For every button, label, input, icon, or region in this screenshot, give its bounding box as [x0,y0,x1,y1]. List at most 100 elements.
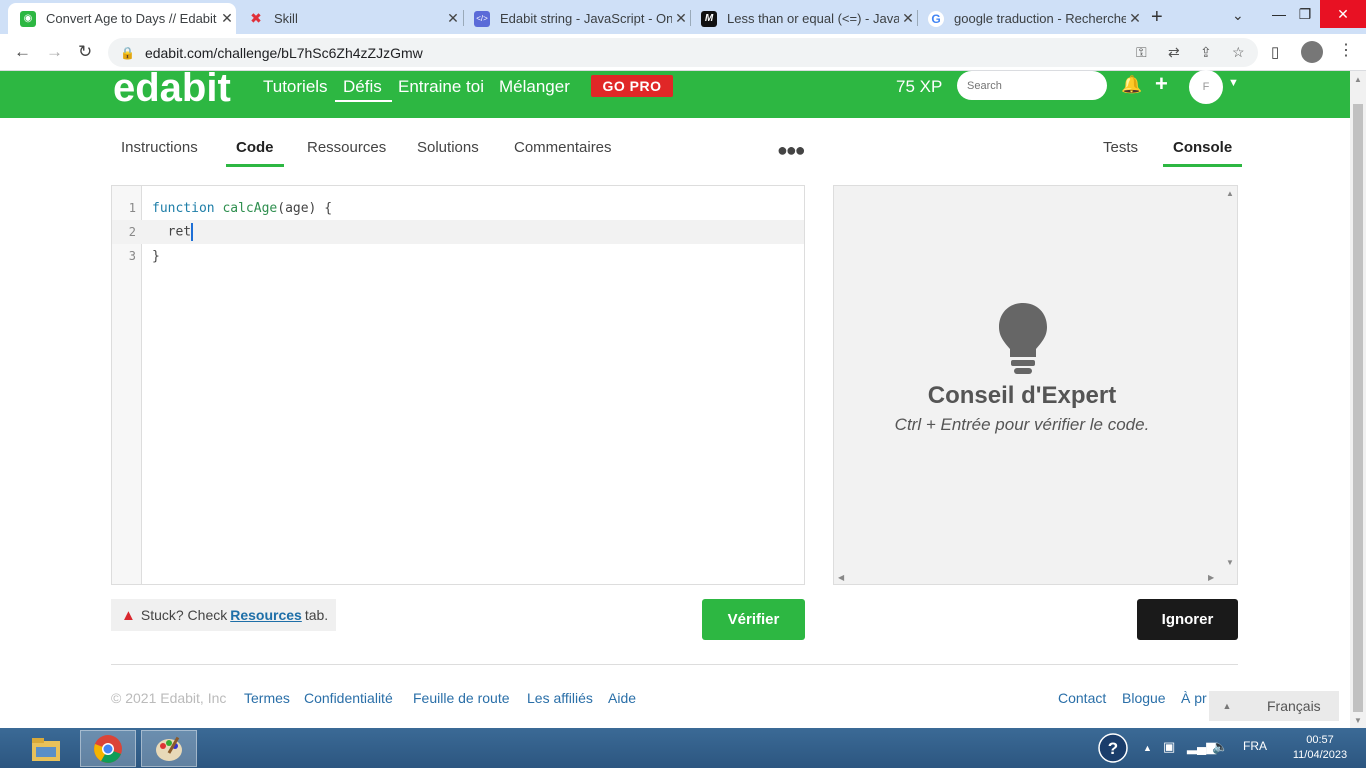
scroll-down-icon[interactable]: ▼ [1226,558,1234,567]
code-text: ret [142,223,194,241]
scroll-up-icon[interactable]: ▲ [1354,75,1362,84]
bookmark-star-icon[interactable]: ☆ [1232,44,1245,61]
clock[interactable]: 00:57 11/04/2023 [1282,733,1358,763]
tab-title: google traduction - Recherche [954,11,1126,26]
stuck-prefix: Stuck? Check [140,607,228,623]
reload-icon[interactable]: ↻ [78,42,92,62]
caret-up-icon: ▲ [1222,701,1232,711]
bell-icon[interactable]: 🔔 [1121,75,1142,95]
language-selector[interactable]: ▲ Français [1209,691,1339,721]
help-icon[interactable]: ? [1098,733,1128,766]
code-text: } [152,248,160,264]
nav-defis[interactable]: Défis [335,77,392,102]
language-indicator[interactable]: FRA [1243,739,1267,753]
address-bar[interactable]: 🔒 edabit.com/challenge/bL7hSc6Zh4zZJzGmw… [108,38,1258,67]
close-tab-icon[interactable]: ✕ [444,10,462,27]
tab-instructions[interactable]: Instructions [121,139,198,164]
edabit-header: edabit Tutoriels Défis Entraine toi Méla… [0,66,1350,118]
chevron-down-icon[interactable]: ⌄ [1232,7,1244,24]
footer-link-feuille-de-route[interactable]: Feuille de route [413,690,510,706]
browser-tab-strip: ◉ Convert Age to Days // Edabit ✕ ✖ Skil… [0,0,1366,34]
footer-link-aide[interactable]: Aide [608,690,636,706]
ignore-button[interactable]: Ignorer [1137,599,1238,640]
code-line-current[interactable]: 2 ret [112,220,804,244]
params-token: (age) { [277,200,333,216]
forward-arrow-icon[interactable]: → [46,42,63,62]
browser-tab-skill[interactable]: ✖ Skill ✕ [236,3,462,34]
user-avatar[interactable]: F [1189,70,1223,104]
mdn-favicon-icon: M [701,10,717,27]
nav-entraine-toi[interactable]: Entraine toi [398,77,484,97]
page-scrollbar[interactable]: ▲ ▼ [1350,71,1366,728]
edabit-favicon-icon: ◉ [20,10,36,27]
device-icon[interactable]: ▣ [1163,739,1175,755]
back-arrow-icon[interactable]: ← [14,42,31,62]
browser-tab-google[interactable]: G google traduction - Recherche ✕ [918,3,1144,34]
horizontal-scrollbar[interactable]: ◀ ▶ [834,570,1224,584]
tab-commentaires[interactable]: Commentaires [514,139,612,164]
tab-code[interactable]: Code [226,139,284,167]
more-options-icon[interactable]: ●●● [777,140,806,161]
nav-tutoriels[interactable]: Tutoriels [263,77,328,97]
code-line[interactable]: 3 } [112,244,804,268]
close-tab-icon[interactable]: ✕ [1126,10,1144,27]
translate-icon[interactable]: ⇄ [1168,44,1180,61]
tip-title: Conseil d'Expert [927,382,1117,409]
side-panel-icon[interactable]: ▯ [1271,43,1279,61]
close-tab-icon[interactable]: ✕ [218,10,236,27]
windows-taskbar: ? ▲ ▣ ▂▄▆ 🔈 FRA 00:57 11/04/2023 [0,728,1366,768]
paint-icon[interactable] [141,730,197,767]
browser-menu-icon[interactable]: ⋮ [1338,40,1354,60]
verify-button[interactable]: Vérifier [702,599,805,640]
code-favicon-icon: </> [474,10,490,27]
browser-tab-mdn[interactable]: M Less than or equal (<=) - JavaS ✕ [691,3,917,34]
tab-ressources[interactable]: Ressources [307,139,386,164]
code-line[interactable]: 1 function calcAge(age) { [112,196,804,220]
edabit-logo[interactable]: edabit [113,66,231,111]
close-window-icon[interactable]: ✕ [1320,0,1366,28]
close-tab-icon[interactable]: ✕ [899,10,917,27]
footer-link-confidentialite[interactable]: Confidentialité [304,690,393,706]
warning-icon: ▲ [121,606,136,624]
footer-link-contact[interactable]: Contact [1058,690,1106,706]
footer-link-about[interactable]: À pr [1181,690,1207,706]
new-tab-icon[interactable]: + [1151,6,1163,29]
url-text: edabit.com/challenge/bL7hSc6Zh4zZJzGmw [144,44,423,61]
search-input[interactable] [957,71,1107,100]
google-favicon-icon: G [928,10,944,27]
tab-console[interactable]: Console [1163,139,1243,167]
tab-solutions[interactable]: Solutions [417,139,479,164]
caret-down-icon[interactable]: ▼ [1228,77,1239,89]
scroll-up-icon[interactable]: ▲ [1226,189,1234,198]
volume-icon[interactable]: 🔈 [1212,739,1228,755]
key-icon[interactable]: ⚿ [1136,44,1147,61]
close-tab-icon[interactable]: ✕ [672,10,690,27]
code-editor[interactable]: 1 function calcAge(age) { 2 ret 3 } [111,185,805,585]
stuck-hint: ▲ Stuck? Check Resources tab. [111,599,336,631]
tab-tests[interactable]: Tests [1103,139,1138,164]
browser-tab-edabit[interactable]: ◉ Convert Age to Days // Edabit ✕ [8,3,236,34]
plus-icon[interactable]: + [1155,71,1168,97]
nav-melanger[interactable]: Mélanger [499,77,570,97]
console-panel[interactable]: Conseil d'Expert Ctrl + Entrée pour véri… [833,185,1238,585]
svg-text:?: ? [1108,739,1118,758]
browser-tab-edabit-string[interactable]: </> Edabit string - JavaScript - One ✕ [464,3,690,34]
scroll-right-icon[interactable]: ▶ [1208,573,1214,582]
chrome-icon[interactable] [80,730,136,767]
clock-date: 11/04/2023 [1292,749,1348,761]
avatar-initials: F [1202,81,1210,93]
scroll-left-icon[interactable]: ◀ [838,573,844,582]
footer-link-affilies[interactable]: Les affiliés [527,690,593,706]
go-pro-button[interactable]: GO PRO [591,75,673,97]
scrollbar-thumb[interactable] [1353,104,1363,712]
tray-expand-icon[interactable]: ▲ [1143,743,1152,753]
footer-link-termes[interactable]: Termes [244,690,290,706]
share-icon[interactable]: ⇪ [1200,44,1212,61]
resources-link[interactable]: Resources [230,607,302,623]
vertical-scrollbar[interactable]: ▲ ▼ [1223,186,1237,570]
clock-time: 00:57 [1306,734,1334,746]
scroll-down-icon[interactable]: ▼ [1354,716,1362,725]
footer-link-blogue[interactable]: Blogue [1122,690,1166,706]
profile-avatar[interactable] [1301,41,1323,63]
file-explorer-icon[interactable] [18,730,74,767]
